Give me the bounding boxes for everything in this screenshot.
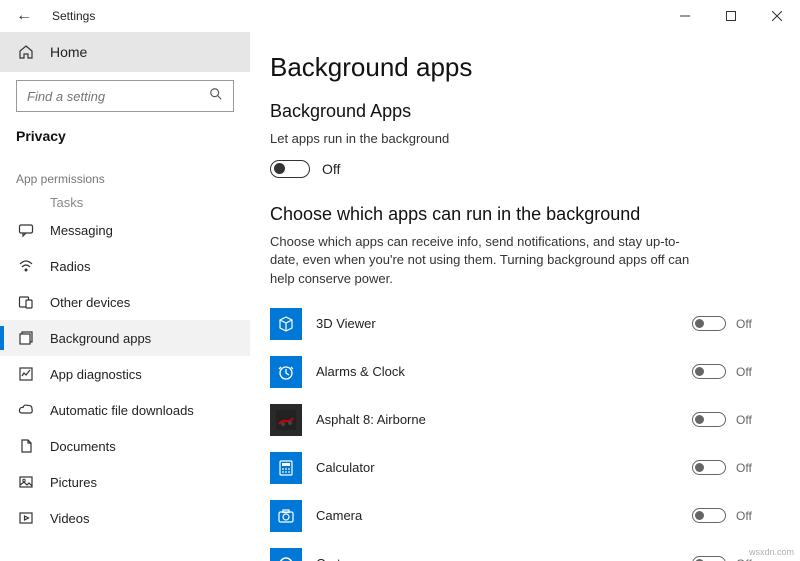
minimize-button[interactable] bbox=[662, 0, 708, 32]
app-toggle-state: Off bbox=[736, 461, 760, 475]
search-input[interactable] bbox=[16, 80, 234, 112]
messaging-icon bbox=[16, 222, 36, 238]
sidebar-item-pictures[interactable]: Pictures bbox=[0, 464, 250, 500]
search-icon bbox=[209, 87, 223, 106]
sidebar-item-label: Messaging bbox=[50, 223, 113, 238]
app-toggle-state: Off bbox=[736, 557, 760, 561]
close-button[interactable] bbox=[754, 0, 800, 32]
sidebar-item-label: Tasks bbox=[50, 195, 83, 210]
home-icon bbox=[16, 44, 36, 60]
sidebar: Home Privacy App permissions Tasks Messa… bbox=[0, 32, 250, 561]
window-title: Settings bbox=[52, 9, 95, 23]
sidebar-item-videos[interactable]: Videos bbox=[0, 500, 250, 536]
app-row: Cortana Off bbox=[270, 540, 760, 561]
sidebar-item-other-devices[interactable]: Other devices bbox=[0, 284, 250, 320]
app-toggle[interactable] bbox=[692, 460, 726, 475]
sidebar-item-label: Radios bbox=[50, 259, 90, 274]
app-name: Cortana bbox=[316, 556, 692, 561]
sidebar-item-documents[interactable]: Documents bbox=[0, 428, 250, 464]
cortana-icon bbox=[270, 548, 302, 561]
app-row: Alarms & Clock Off bbox=[270, 348, 760, 396]
documents-icon bbox=[16, 438, 36, 454]
sidebar-item-background-apps[interactable]: Background apps bbox=[0, 320, 250, 356]
app-toggle-state: Off bbox=[736, 413, 760, 427]
app-toggle-state: Off bbox=[736, 317, 760, 331]
alarms-clock-icon bbox=[270, 356, 302, 388]
content-area: Background apps Background Apps Let apps… bbox=[250, 32, 800, 561]
app-toggle[interactable] bbox=[692, 508, 726, 523]
sidebar-item-label: Documents bbox=[50, 439, 116, 454]
app-diagnostics-icon bbox=[16, 366, 36, 382]
sidebar-item-automatic-file-downloads[interactable]: Automatic file downloads bbox=[0, 392, 250, 428]
pictures-icon bbox=[16, 474, 36, 490]
app-row: Camera Off bbox=[270, 492, 760, 540]
section-label: App permissions bbox=[0, 160, 250, 192]
search-field[interactable] bbox=[27, 89, 209, 104]
other-devices-icon bbox=[16, 294, 36, 310]
asphalt-icon bbox=[270, 404, 302, 436]
app-toggle-state: Off bbox=[736, 365, 760, 379]
app-name: Calculator bbox=[316, 460, 692, 475]
page-title: Background apps bbox=[270, 52, 760, 83]
camera-icon bbox=[270, 500, 302, 532]
app-row: Asphalt 8: Airborne Off bbox=[270, 396, 760, 444]
home-button[interactable]: Home bbox=[0, 32, 250, 72]
sidebar-item-label: Other devices bbox=[50, 295, 130, 310]
sidebar-item-app-diagnostics[interactable]: App diagnostics bbox=[0, 356, 250, 392]
sidebar-item-label: Pictures bbox=[50, 475, 97, 490]
back-button[interactable]: ← bbox=[0, 0, 48, 32]
section-desc: Choose which apps can receive info, send… bbox=[270, 233, 690, 288]
section-heading: Background Apps bbox=[270, 101, 760, 122]
sidebar-item-label: Videos bbox=[50, 511, 90, 526]
sidebar-item-radios[interactable]: Radios bbox=[0, 248, 250, 284]
background-apps-toggle[interactable] bbox=[270, 160, 310, 178]
app-toggle[interactable] bbox=[692, 412, 726, 427]
toggle-desc: Let apps run in the background bbox=[270, 130, 690, 148]
sidebar-item-messaging[interactable]: Messaging bbox=[0, 212, 250, 248]
sidebar-item-tasks[interactable]: Tasks bbox=[0, 192, 250, 212]
app-name: 3D Viewer bbox=[316, 316, 692, 331]
titlebar: ← Settings bbox=[0, 0, 800, 32]
3d-viewer-icon bbox=[270, 308, 302, 340]
app-name: Camera bbox=[316, 508, 692, 523]
sidebar-item-label: App diagnostics bbox=[50, 367, 142, 382]
app-name: Asphalt 8: Airborne bbox=[316, 412, 692, 427]
videos-icon bbox=[16, 510, 36, 526]
section-heading: Choose which apps can run in the backgro… bbox=[270, 204, 760, 225]
app-row: Calculator Off bbox=[270, 444, 760, 492]
sidebar-item-label: Background apps bbox=[50, 331, 151, 346]
watermark: wsxdn.com bbox=[749, 547, 794, 557]
app-name: Alarms & Clock bbox=[316, 364, 692, 379]
maximize-button[interactable] bbox=[708, 0, 754, 32]
app-row: 3D Viewer Off bbox=[270, 300, 760, 348]
cloud-download-icon bbox=[16, 402, 36, 418]
app-toggle-state: Off bbox=[736, 509, 760, 523]
app-toggle[interactable] bbox=[692, 556, 726, 561]
toggle-state: Off bbox=[322, 161, 340, 177]
category-heading: Privacy bbox=[0, 124, 250, 160]
app-toggle[interactable] bbox=[692, 316, 726, 331]
app-toggle[interactable] bbox=[692, 364, 726, 379]
sidebar-item-label: Automatic file downloads bbox=[50, 403, 194, 418]
radios-icon bbox=[16, 258, 36, 274]
calculator-icon bbox=[270, 452, 302, 484]
background-apps-icon bbox=[16, 330, 36, 346]
home-label: Home bbox=[50, 44, 87, 60]
